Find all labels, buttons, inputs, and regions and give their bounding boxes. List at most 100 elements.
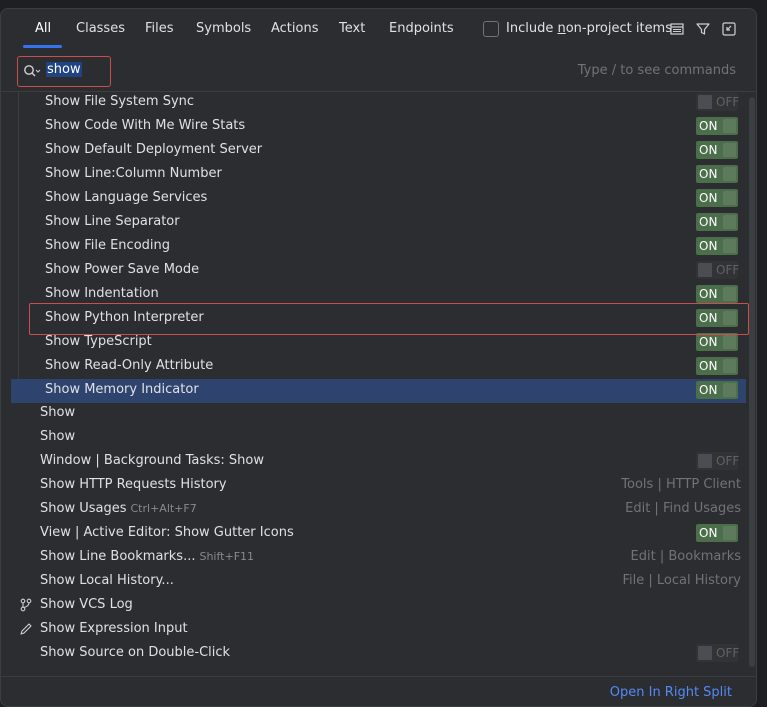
toggle-state-label: ON <box>699 526 718 540</box>
toggle-state-label: OFF <box>716 454 740 468</box>
toggle-state-label: ON <box>699 287 718 301</box>
toggle-state-label: ON <box>699 215 718 229</box>
location-hint: Edit | Find Usages <box>625 501 741 516</box>
list-item[interactable]: Show Expression Input <box>1 618 746 642</box>
toggle-switch[interactable]: ON <box>696 237 738 255</box>
toggle-state-label: ON <box>699 167 718 181</box>
list-item[interactable]: Show <box>1 402 746 426</box>
toggle-switch[interactable]: ON <box>696 213 738 231</box>
toggle-switch[interactable]: ON <box>696 189 738 207</box>
tab-classes[interactable]: Classes <box>76 21 125 36</box>
tab-actions[interactable]: Actions <box>271 21 319 36</box>
list-item[interactable]: Show Power Save Mode OFF <box>1 259 746 283</box>
search-everywhere-popup: All Classes Files Symbols Actions Text E… <box>0 8 757 707</box>
filter-icon[interactable] <box>695 21 711 37</box>
tab-text[interactable]: Text <box>339 21 365 36</box>
toggle-switch[interactable]: OFF <box>696 452 740 470</box>
tab-all[interactable]: All <box>35 21 51 36</box>
toggle-knob <box>723 383 736 397</box>
location-hint: Tools | HTTP Client <box>621 477 741 492</box>
toggle-switch[interactable]: OFF <box>696 644 739 662</box>
list-item[interactable]: Show VCS Log <box>1 594 746 618</box>
list-item[interactable]: Show Line:Column Number ON <box>1 163 746 187</box>
open-in-right-split-link[interactable]: Open In Right Split <box>610 685 732 700</box>
toggle-knob <box>723 143 736 157</box>
list-item[interactable]: Show HTTP Requests History Tools | HTTP C… <box>1 474 746 498</box>
search-icon[interactable] <box>23 64 41 78</box>
selection-highlight-outline <box>29 303 749 335</box>
list-item[interactable]: Show Line Separator ON <box>1 211 746 235</box>
toggle-state-label: ON <box>699 191 718 205</box>
list-item[interactable]: Show Memory Indicator ON <box>11 379 746 403</box>
search-input[interactable]: show <box>46 62 82 77</box>
preview-panel-icon[interactable] <box>669 21 685 37</box>
toggle-knob <box>723 287 736 301</box>
list-item-label: Show Indentation <box>45 286 159 301</box>
list-item[interactable]: Show Code With Me Wire Stats ON <box>1 115 746 139</box>
list-item-label: Show Line:Column Number <box>45 166 222 181</box>
list-item[interactable]: Show File Encoding ON <box>1 235 746 259</box>
toggle-switch[interactable]: OFF <box>696 93 740 111</box>
list-item-label: View | Active Editor: Show Gutter Icons <box>40 525 294 540</box>
toggle-state-label: OFF <box>716 95 740 109</box>
list-item[interactable]: Show <box>1 426 746 450</box>
list-item-label: Show Local History... <box>40 573 174 588</box>
include-non-project-checkbox[interactable] <box>483 21 499 37</box>
list-item[interactable]: View | Active Editor: Show Gutter Icons O… <box>1 522 746 546</box>
list-item-label: Show <box>40 429 76 444</box>
list-item[interactable]: Show Language Services ON <box>1 187 746 211</box>
location-hint: Edit | Bookmarks <box>630 549 741 564</box>
tab-files[interactable]: Files <box>145 21 174 36</box>
list-item[interactable]: Show Line Bookmarks... Shift+F11 Edit | Bo… <box>1 546 746 570</box>
toggle-switch[interactable]: OFF <box>696 261 739 279</box>
list-item-label: Show Power Save Mode <box>45 262 200 277</box>
list-item-label: Show Language Services <box>45 190 208 205</box>
tab-symbols[interactable]: Symbols <box>196 21 251 36</box>
tab-endpoints[interactable]: Endpoints <box>389 21 454 36</box>
toggle-switch[interactable]: ON <box>696 117 738 135</box>
toggle-knob <box>723 119 736 133</box>
list-item-label: Show <box>40 405 76 420</box>
toggle-knob <box>698 454 712 468</box>
toggle-state-label: ON <box>699 359 718 373</box>
toggle-switch[interactable]: ON <box>696 333 738 351</box>
tab-bar: All Classes Files Symbols Actions Text E… <box>1 9 756 49</box>
list-item-label: Show Expression Input <box>40 621 188 636</box>
footer: Open In Right Split <box>1 676 756 706</box>
list-item-label: Show HTTP Requests History <box>40 477 227 492</box>
list-item-label: Show File Encoding <box>45 238 171 253</box>
list-item-label: Show Read-Only Attribute <box>45 358 214 373</box>
location-hint: File | Local History <box>622 573 741 588</box>
list-item-label: Show Code With Me Wire Stats <box>45 118 246 133</box>
toggle-state-label: ON <box>699 335 718 349</box>
toggle-switch[interactable]: ON <box>696 165 738 183</box>
toggle-state-label: ON <box>699 119 718 133</box>
shortcut-hint: Ctrl+Alt+F7 <box>130 502 197 515</box>
toggle-switch[interactable]: ON <box>696 524 738 542</box>
list-item[interactable]: Show Read-Only Attribute ON <box>1 355 746 379</box>
toggle-state-label: ON <box>699 143 718 157</box>
list-item[interactable]: Show Local History... File | Local Histor… <box>1 570 746 594</box>
list-item-label: Show VCS Log <box>40 597 133 612</box>
include-non-project-label[interactable]: Include non-project items <box>506 21 672 36</box>
list-item-label: Show Source on Double-Click <box>40 645 231 660</box>
open-in-window-icon[interactable] <box>721 21 737 37</box>
toggle-knob <box>723 335 736 349</box>
list-item[interactable]: Show Source on Double-Click OFF <box>1 642 746 666</box>
list-item[interactable]: Show Default Deployment Server ON <box>1 139 746 163</box>
toggle-knob <box>723 167 736 181</box>
list-item[interactable]: Window | Background Tasks: Show OFF <box>1 450 746 474</box>
toggle-switch[interactable]: ON <box>696 141 738 159</box>
scrollbar[interactable] <box>749 97 755 667</box>
list-item[interactable]: Show File System Sync OFF <box>1 91 746 115</box>
vcs-branch-icon <box>20 598 32 612</box>
toggle-switch[interactable]: ON <box>696 285 738 303</box>
toggle-switch[interactable]: ON <box>696 357 738 375</box>
toggle-knob <box>723 359 736 373</box>
list-item-label: Show Usages Ctrl+Alt+F7 <box>40 501 197 516</box>
search-field-box: show <box>17 56 111 87</box>
toggle-knob <box>723 239 736 253</box>
toggle-switch[interactable]: ON <box>696 381 738 399</box>
shortcut-hint: Shift+F11 <box>199 550 255 563</box>
list-item[interactable]: Show Usages Ctrl+Alt+F7 Edit | Find Usages <box>1 498 746 522</box>
